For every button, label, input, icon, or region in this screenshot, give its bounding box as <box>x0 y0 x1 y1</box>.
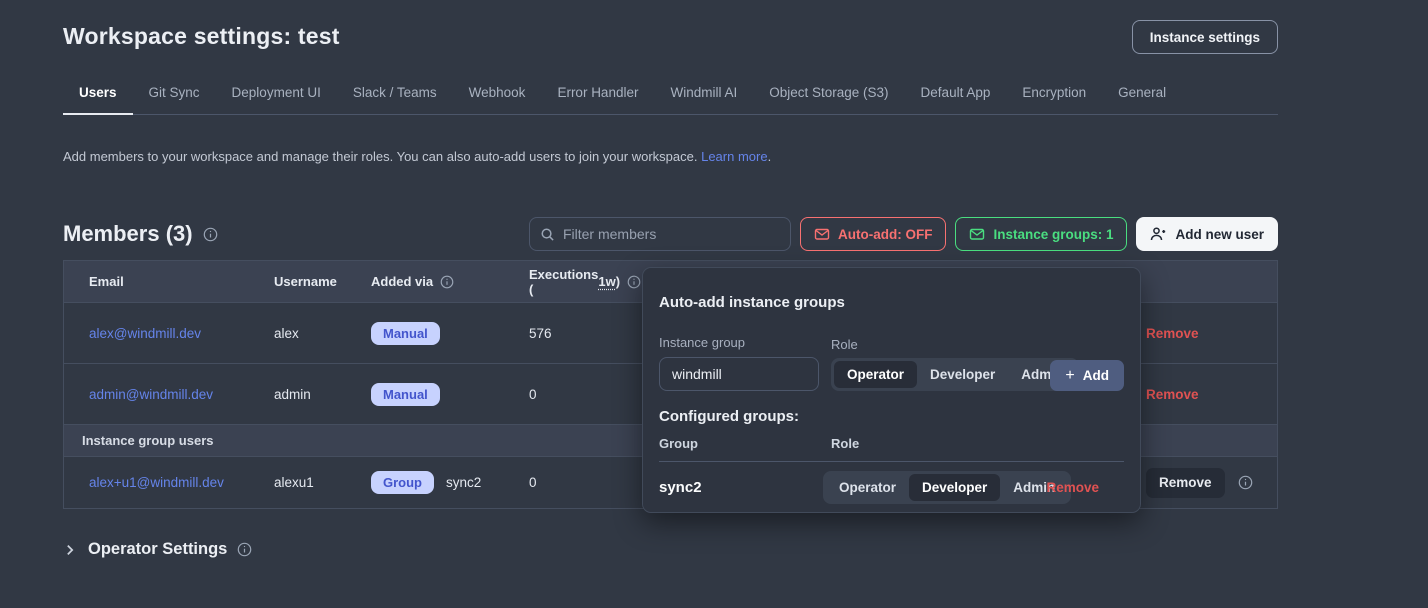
instance-groups-button[interactable]: Instance groups: 1 <box>955 217 1127 251</box>
mail-icon <box>969 226 985 242</box>
role-segmented-control: Operator Developer Admin <box>831 358 1079 391</box>
members-actions: Auto-add: OFF Instance groups: 1 Add new… <box>529 217 1278 251</box>
tab-general[interactable]: General <box>1102 85 1182 115</box>
filter-members-input[interactable] <box>563 226 780 242</box>
added-via-badge: Manual <box>371 322 440 345</box>
added-via-badge: Group <box>371 471 434 494</box>
instance-groups-label: Instance groups: 1 <box>993 227 1113 242</box>
email-link[interactable]: alex+u1@windmill.dev <box>89 475 224 490</box>
page-description: Add members to your workspace and manage… <box>63 149 1278 164</box>
auto-add-instance-groups-popup: Auto-add instance groups Instance group … <box>642 267 1141 513</box>
role-label: Role <box>831 337 1079 352</box>
members-heading: Members (3) <box>63 221 193 247</box>
description-text: Add members to your workspace and manage… <box>63 149 697 164</box>
mail-icon <box>814 226 830 242</box>
email-link[interactable]: admin@windmill.dev <box>89 387 213 402</box>
instance-settings-button[interactable]: Instance settings <box>1132 20 1278 54</box>
executions-value: 576 <box>529 326 641 341</box>
members-info-icon[interactable] <box>203 227 218 242</box>
add-new-user-button[interactable]: Add new user <box>1136 217 1278 251</box>
role-option-operator[interactable]: Operator <box>834 361 917 388</box>
role-option-developer[interactable]: Developer <box>909 474 1000 501</box>
popup-add-form: Instance group Role Operator Developer A… <box>659 335 1124 391</box>
instance-group-input[interactable] <box>659 357 819 391</box>
executions-value: 0 <box>529 387 641 402</box>
username-value: admin <box>274 387 371 402</box>
add-group-label: Add <box>1083 368 1109 383</box>
role-segmented-control: Operator Developer Admin <box>823 471 1071 504</box>
add-group-button[interactable]: + Add <box>1050 360 1124 391</box>
tab-error-handler[interactable]: Error Handler <box>541 85 654 115</box>
tab-git-sync[interactable]: Git Sync <box>133 85 216 115</box>
tab-default-app[interactable]: Default App <box>905 85 1007 115</box>
col-username: Username <box>274 274 371 289</box>
operator-settings-toggle[interactable]: Operator Settings <box>63 540 1278 559</box>
configured-groups-heading: Configured groups: <box>659 408 1124 425</box>
operator-settings-label: Operator Settings <box>88 540 227 559</box>
email-link[interactable]: alex@windmill.dev <box>89 326 201 341</box>
tab-windmill-ai[interactable]: Windmill AI <box>654 85 753 115</box>
popup-title: Auto-add instance groups <box>659 294 1124 311</box>
auto-add-button[interactable]: Auto-add: OFF <box>800 217 946 251</box>
executions-info-icon[interactable] <box>627 275 641 289</box>
username-value: alexu1 <box>274 475 371 490</box>
added-via-badge: Manual <box>371 383 440 406</box>
username-value: alex <box>274 326 371 341</box>
add-new-user-label: Add new user <box>1175 227 1264 242</box>
auto-add-label: Auto-add: OFF <box>838 227 932 242</box>
tab-encryption[interactable]: Encryption <box>1006 85 1102 115</box>
configured-groups-divider <box>659 461 1124 462</box>
remove-configured-group-button[interactable]: Remove <box>1046 480 1099 495</box>
tab-deployment-ui[interactable]: Deployment UI <box>216 85 337 115</box>
configured-group-row: sync2 Operator Developer Admin Remove <box>659 471 1124 504</box>
role-field: Role Operator Developer Admin <box>831 337 1079 391</box>
learn-more-link[interactable]: Learn more <box>701 149 767 164</box>
col-added-via: Added via <box>371 274 529 289</box>
role-option-operator[interactable]: Operator <box>826 474 909 501</box>
tab-users[interactable]: Users <box>63 85 133 115</box>
configured-group-name: sync2 <box>659 479 823 496</box>
remove-member-button[interactable]: Remove <box>1146 468 1225 498</box>
remove-info-icon[interactable] <box>1238 475 1253 490</box>
configured-col-group: Group <box>659 436 831 451</box>
page-header: Workspace settings: test Instance settin… <box>63 20 1278 54</box>
plus-icon: + <box>1065 367 1074 385</box>
remove-member-button[interactable]: Remove <box>1146 387 1199 402</box>
added-via-info-icon[interactable] <box>440 275 454 289</box>
page-title: Workspace settings: test <box>63 20 340 50</box>
filter-members-search[interactable] <box>529 217 791 251</box>
configured-col-role: Role <box>831 436 859 451</box>
members-toolbar: Members (3) Auto-add: OFF Instance group… <box>63 217 1278 251</box>
tab-object-storage[interactable]: Object Storage (S3) <box>753 85 904 115</box>
col-email: Email <box>89 274 274 289</box>
executions-window: 1w <box>598 274 615 289</box>
settings-tabs: Users Git Sync Deployment UI Slack / Tea… <box>63 85 1278 115</box>
tab-webhook[interactable]: Webhook <box>453 85 542 115</box>
configured-groups-headers: Group Role <box>659 436 1124 451</box>
role-option-developer[interactable]: Developer <box>917 361 1008 388</box>
col-executions: Executions (1w) <box>529 267 641 297</box>
chevron-right-icon <box>63 543 77 557</box>
executions-value: 0 <box>529 475 641 490</box>
search-icon <box>540 227 555 242</box>
group-name: sync2 <box>446 475 481 490</box>
operator-settings-info-icon[interactable] <box>237 542 252 557</box>
tab-slack-teams[interactable]: Slack / Teams <box>337 85 453 115</box>
remove-member-button[interactable]: Remove <box>1146 326 1199 341</box>
description-period: . <box>768 149 772 164</box>
user-plus-icon <box>1150 226 1166 242</box>
